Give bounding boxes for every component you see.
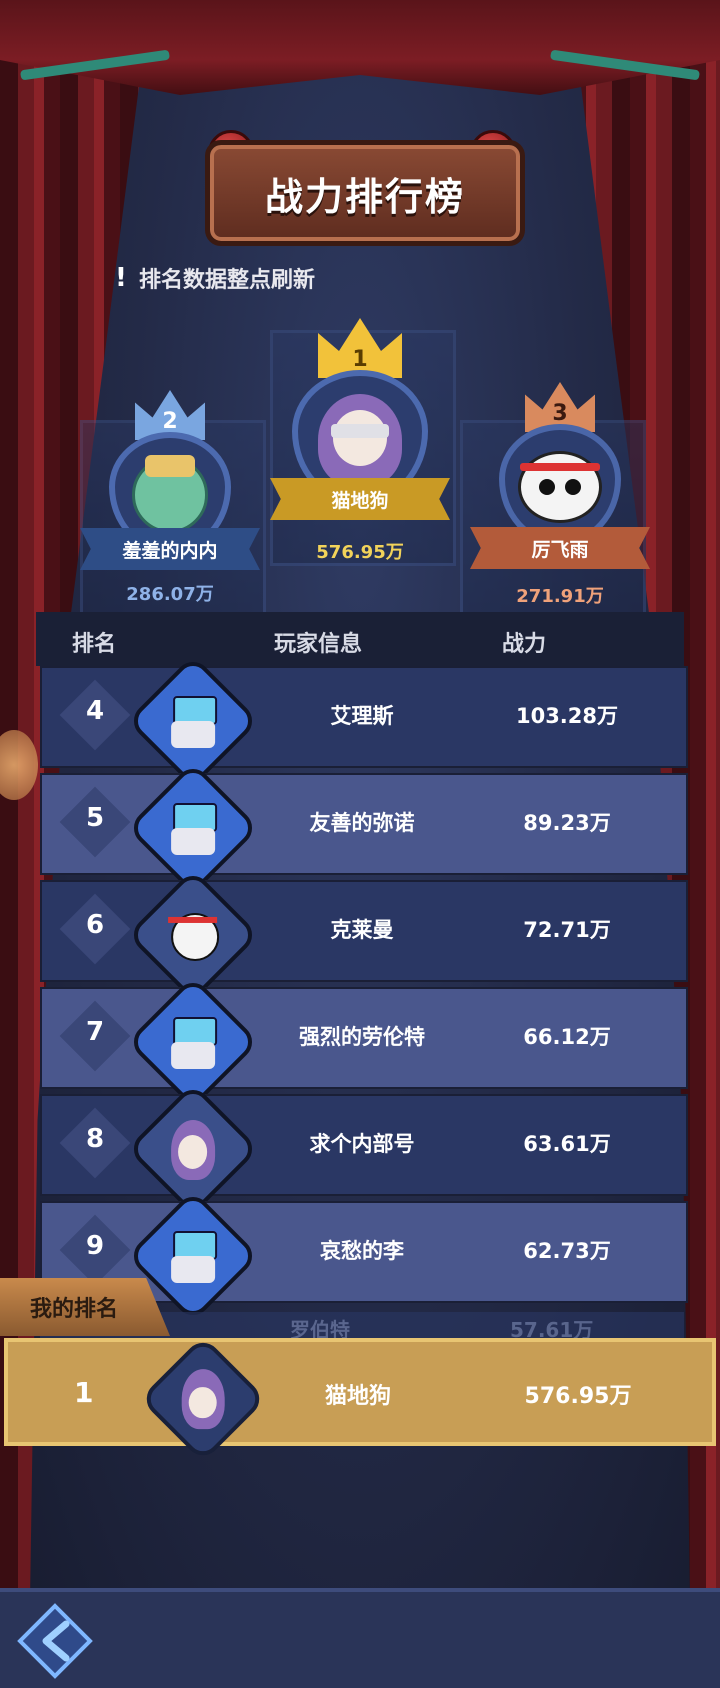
table-row[interactable]: 6 克莱曼 72.71万 bbox=[40, 868, 688, 1002]
back-arrow-icon[interactable] bbox=[14, 1600, 96, 1682]
podium-rank-3[interactable]: 3 厉飞雨 271.91万 bbox=[460, 382, 660, 614]
rank-number: 4 bbox=[85, 696, 105, 726]
player-power: 89.23万 bbox=[523, 811, 611, 835]
player-power: 72.71万 bbox=[523, 918, 611, 942]
table-row[interactable]: 5 友善的弥诺 89.23万 bbox=[40, 761, 688, 895]
panda-eye bbox=[538, 479, 555, 496]
podium-name-ribbon: 羞羞的内内 bbox=[80, 528, 260, 570]
my-rank-row[interactable]: 1 猫地狗 576.95万 bbox=[4, 1335, 716, 1463]
podium-power: 271.91万 bbox=[516, 586, 604, 607]
leaderboard-screen: 战力排行榜 ! 排名数据整点刷新 2 羞羞的内内 286.07万 1 猫地狗 5… bbox=[0, 0, 720, 1688]
player-name: 哀愁的李 bbox=[320, 1239, 404, 1263]
rank-number: 5 bbox=[85, 803, 105, 833]
header-rank: 排名 bbox=[72, 632, 117, 657]
player-power: 63.61万 bbox=[523, 1132, 611, 1156]
bottom-bar bbox=[0, 1588, 720, 1688]
my-power: 576.95万 bbox=[524, 1384, 632, 1409]
podium-rank-1[interactable]: 1 猫地狗 576.95万 bbox=[260, 318, 460, 563]
my-rank-label: 我的排名 bbox=[30, 1297, 119, 1322]
my-rank-tab: 我的排名 bbox=[0, 1278, 170, 1336]
crown-icon: 1 bbox=[318, 318, 402, 378]
table-row[interactable]: 7 强烈的劳伦特 66.12万 bbox=[40, 975, 688, 1109]
podium-power: 576.95万 bbox=[316, 542, 404, 563]
tiara bbox=[145, 454, 195, 477]
rank-number: 6 bbox=[85, 910, 105, 940]
player-name: 艾理斯 bbox=[330, 704, 394, 728]
player-power: 62.73万 bbox=[523, 1239, 611, 1263]
table-header: 排名 玩家信息 战力 bbox=[36, 612, 684, 666]
headband bbox=[520, 463, 600, 472]
rank-number: 8 bbox=[85, 1124, 105, 1154]
my-name: 猫地狗 bbox=[324, 1384, 391, 1409]
podium-name-ribbon: 厉飞雨 bbox=[470, 527, 650, 569]
player-name: 克莱曼 bbox=[330, 918, 394, 942]
title-plaque: 战力排行榜 bbox=[205, 140, 525, 246]
my-rank-number: 1 bbox=[74, 1376, 94, 1409]
nun-face bbox=[333, 410, 387, 466]
podium-name-ribbon: 猫地狗 bbox=[270, 478, 450, 520]
player-power: 103.28万 bbox=[515, 704, 619, 728]
refresh-notice: ! 排名数据整点刷新 bbox=[115, 262, 315, 294]
table-row[interactable]: 8 求个内部号 63.61万 bbox=[40, 1082, 688, 1216]
header-power: 战力 bbox=[502, 632, 547, 657]
player-name: 求个内部号 bbox=[309, 1132, 415, 1156]
exclamation-icon: ! bbox=[115, 263, 127, 293]
rank-number: 9 bbox=[85, 1231, 105, 1261]
blindfold bbox=[331, 423, 389, 438]
player-name: 强烈的劳伦特 bbox=[299, 1025, 425, 1049]
header-player: 玩家信息 bbox=[274, 632, 363, 657]
rank-number: 7 bbox=[85, 1017, 105, 1047]
panda-eye bbox=[565, 479, 582, 496]
podium-power: 286.07万 bbox=[126, 584, 214, 605]
table-row[interactable]: 4 艾理斯 103.28万 bbox=[40, 654, 688, 788]
player-name: 友善的弥诺 bbox=[309, 811, 415, 835]
player-power: 66.12万 bbox=[523, 1025, 611, 1049]
notice-text: 排名数据整点刷新 bbox=[139, 268, 316, 293]
podium-rank-2[interactable]: 2 羞羞的内内 286.07万 bbox=[70, 390, 270, 610]
page-title: 战力排行榜 bbox=[264, 174, 465, 219]
panda-face bbox=[518, 451, 602, 524]
